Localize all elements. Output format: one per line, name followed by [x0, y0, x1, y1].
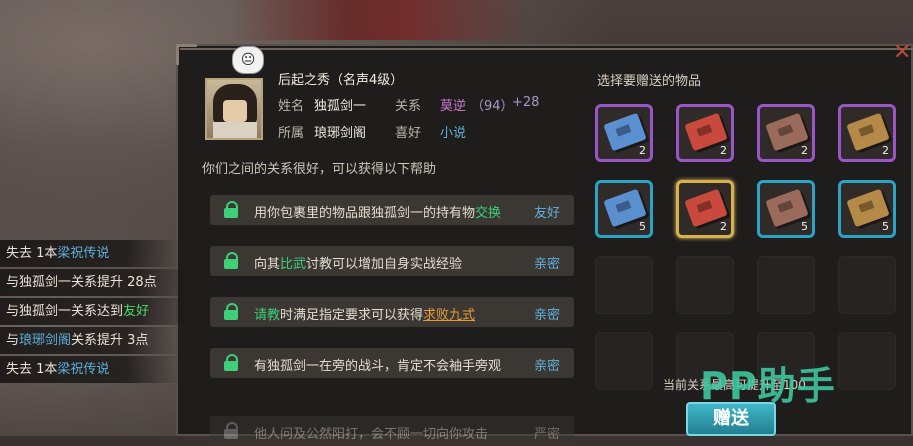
item-count: 2 [720, 144, 727, 157]
unlock-icon [224, 303, 238, 320]
empty-gift-slot[interactable] [595, 256, 653, 314]
item-count: 5 [801, 220, 808, 233]
item-count: 5 [639, 220, 646, 233]
relation-value: 莫逆 [440, 99, 467, 114]
panel-top-border [180, 48, 913, 50]
npc-title: 后起之秀（名声4级） [278, 73, 404, 88]
empty-gift-slot[interactable] [757, 256, 815, 314]
unlock-icon [224, 354, 238, 371]
help-item-exchange[interactable]: 用你包裹里的物品跟独孤剑一的持有物交换 友好 [210, 195, 574, 225]
relation-label: 关系 [395, 99, 422, 114]
panel-corner-ornament [176, 44, 197, 65]
help-item-battle-assist[interactable]: 有独孤剑一在旁的战斗，肯定不会袖手旁观 亲密 [210, 348, 574, 378]
help-level-tag: 友好 [533, 206, 560, 221]
faction-label: 所属 [278, 126, 305, 141]
relation-score: （94） [471, 99, 514, 114]
gift-item-slot[interactable]: 2 [595, 104, 653, 162]
unlock-icon [224, 252, 238, 269]
npc-name: 独孤剑一 [314, 99, 367, 114]
empty-gift-slot[interactable] [838, 256, 896, 314]
gift-item-slot[interactable]: 2 [676, 180, 734, 238]
log-entry: 失去 1本梁祝传说 [0, 240, 181, 267]
item-count: 5 [882, 220, 889, 233]
skill-link[interactable]: 求败九式 [423, 308, 475, 323]
watermark-logo: PP助手 [700, 364, 836, 408]
log-entry: 与独孤剑一关系达到友好 [0, 298, 196, 325]
log-entry: 失去 1本梁祝传说 [0, 356, 181, 383]
unlock-icon [224, 201, 238, 218]
relation-delta: +28 [512, 95, 540, 110]
empty-gift-slot[interactable] [676, 256, 734, 314]
help-item-locked[interactable]: 他人问及公然阳打，会不顾一切向你攻击 严密 [210, 416, 574, 446]
name-label: 姓名 [278, 99, 305, 114]
help-item-duel[interactable]: 向其比武讨教可以增加自身实战经验 亲密 [210, 246, 574, 276]
help-level-tag: 亲密 [533, 308, 560, 323]
log-entry: 与独孤剑一关系提升 28点 [0, 269, 196, 296]
background-banner [230, 0, 530, 40]
item-count: 2 [720, 220, 727, 233]
help-item-consult[interactable]: 请教时满足指定要求可以获得求败九式 亲密 [210, 297, 574, 327]
gift-item-slot[interactable]: 2 [676, 104, 734, 162]
gift-item-slot[interactable]: 5 [838, 180, 896, 238]
npc-faction: 琅琊剑阁 [314, 126, 367, 141]
empty-gift-slot[interactable] [595, 332, 653, 390]
help-level-tag: 严密 [533, 427, 560, 442]
help-level-tag: 亲密 [533, 359, 560, 374]
gift-item-slot[interactable]: 5 [595, 180, 653, 238]
gift-panel-title: 选择要赠送的物品 [597, 74, 702, 89]
speech-bubble-icon: 😐 [232, 46, 264, 74]
gift-item-slot[interactable]: 2 [757, 104, 815, 162]
gift-item-slot[interactable]: 5 [757, 180, 815, 238]
log-entry: 与琅琊剑阁关系提升 3点 [0, 327, 181, 354]
close-icon[interactable]: ✕ [893, 40, 911, 65]
npc-hobby: 小说 [440, 126, 467, 141]
help-level-tag: 亲密 [533, 257, 560, 272]
relationship-intro: 你们之间的关系很好，可以获得以下帮助 [202, 162, 437, 177]
empty-gift-slot[interactable] [838, 332, 896, 390]
gift-item-slot[interactable]: 2 [838, 104, 896, 162]
npc-avatar [205, 78, 263, 140]
item-count: 2 [639, 144, 646, 157]
hobby-label: 喜好 [395, 126, 422, 141]
item-count: 2 [882, 144, 889, 157]
item-count: 2 [801, 144, 808, 157]
